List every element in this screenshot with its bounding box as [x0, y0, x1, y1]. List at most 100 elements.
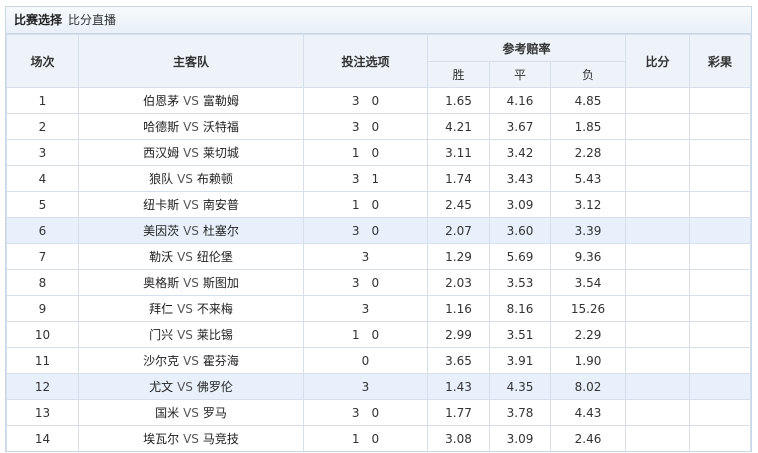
match-score	[625, 347, 691, 374]
bet-option[interactable]: 0	[372, 432, 380, 446]
bet-option[interactable]: 1	[352, 198, 360, 212]
odds-win: 3.65	[427, 347, 490, 374]
away-team: 杜塞尔	[202, 224, 239, 238]
bet-option[interactable]: 0	[372, 406, 380, 420]
bet-option[interactable]: 1	[352, 432, 360, 446]
odds-draw: 3.67	[489, 113, 551, 140]
odds-win: 1.77	[427, 399, 490, 426]
bet-option[interactable]: 1	[352, 146, 360, 160]
bet-options: 3	[303, 373, 428, 400]
bet-option[interactable]: 0	[372, 94, 380, 108]
table-row: 4 狼队 VS 布赖顿 3 1 1.74 3.43 5.43	[6, 165, 751, 192]
odds-win: 1.65	[427, 87, 490, 114]
match-score	[625, 373, 691, 400]
table-row: 7 勒沃 VS 纽伦堡 3 1.29 5.69 9.36	[6, 243, 751, 270]
bet-option[interactable]: 3	[352, 172, 360, 186]
home-team: 门兴	[149, 328, 174, 342]
vs-label: VS	[183, 354, 199, 368]
bet-options: 30	[303, 269, 428, 296]
match-number: 5	[6, 191, 79, 218]
away-team: 莱切城	[202, 146, 239, 160]
match-teams: 狼队 VS 布赖顿	[78, 165, 304, 192]
odds-win: 3.08	[427, 425, 490, 451]
away-team: 富勒姆	[202, 94, 239, 108]
away-team: 斯图加	[202, 276, 239, 290]
bet-option[interactable]: 3	[362, 380, 370, 394]
vs-label: VS	[183, 146, 199, 160]
header-score: 比分	[625, 34, 691, 88]
bet-option[interactable]: 0	[372, 328, 380, 342]
header-teams: 主客队	[78, 34, 304, 88]
bet-option[interactable]: 3	[362, 302, 370, 316]
match-score	[625, 269, 691, 296]
table-row: 9 拜仁 VS 不来梅 3 1.16 8.16 15.26	[6, 295, 751, 322]
vs-label: VS	[183, 224, 199, 238]
match-result	[689, 87, 751, 114]
odds-loss: 2.29	[549, 321, 627, 348]
table-row: 3 西汉姆 VS 莱切城 1 0 3.11 3.42 2.28	[6, 139, 751, 166]
bet-option[interactable]: 0	[372, 120, 380, 134]
odds-draw: 3.09	[489, 191, 551, 218]
bet-options: 0	[303, 347, 428, 374]
odds-win: 2.03	[427, 269, 490, 296]
bet-options: 10	[303, 425, 428, 451]
match-number: 9	[6, 295, 79, 322]
odds-win: 2.07	[427, 217, 490, 244]
table-row: 14 埃瓦尔 VS 马竞技 1 0 3.08 3.09 2.46	[6, 425, 751, 451]
live-score-link[interactable]: 比分直播	[68, 13, 116, 27]
match-score	[625, 191, 691, 218]
table-row: 8 奥格斯 VS 斯图加 3 0 2.03 3.53 3.54	[6, 269, 751, 296]
home-team: 美因茨	[143, 224, 180, 238]
match-number: 7	[6, 243, 79, 270]
away-team: 纽伦堡	[196, 250, 233, 264]
match-teams: 拜仁 VS 不来梅	[78, 295, 304, 322]
bet-options: 10	[303, 191, 428, 218]
odds-loss: 3.39	[549, 217, 627, 244]
vs-label: VS	[183, 406, 199, 420]
vs-label: VS	[183, 432, 199, 446]
match-teams: 纽卡斯 VS 南安普	[78, 191, 304, 218]
odds-loss: 15.26	[549, 295, 627, 322]
bet-option[interactable]: 3	[352, 94, 360, 108]
bet-options: 3	[303, 243, 428, 270]
match-result	[689, 191, 751, 218]
bet-option[interactable]: 0	[372, 198, 380, 212]
odds-win: 2.99	[427, 321, 490, 348]
match-teams: 门兴 VS 莱比锡	[78, 321, 304, 348]
odds-draw: 4.16	[489, 87, 551, 114]
vs-label: VS	[177, 172, 193, 186]
bet-option[interactable]: 0	[372, 146, 380, 160]
odds-loss: 8.02	[549, 373, 627, 400]
odds-loss: 1.90	[549, 347, 627, 374]
table-row: 11 沙尔克 VS 霍芬海 0 3.65 3.91 1.90	[6, 347, 751, 374]
match-result	[689, 425, 751, 451]
bet-option[interactable]: 3	[362, 250, 370, 264]
table-row: 5 纽卡斯 VS 南安普 1 0 2.45 3.09 3.12	[6, 191, 751, 218]
odds-loss: 3.12	[549, 191, 627, 218]
match-result	[689, 113, 751, 140]
bet-option[interactable]: 0	[372, 276, 380, 290]
match-result	[689, 347, 751, 374]
bet-option[interactable]: 1	[352, 328, 360, 342]
match-teams: 美因茨 VS 杜塞尔	[78, 217, 304, 244]
home-team: 奥格斯	[143, 276, 180, 290]
panel-title: 比赛选择	[14, 13, 63, 27]
bet-option[interactable]: 3	[352, 406, 360, 420]
odds-loss: 2.46	[549, 425, 627, 451]
match-number: 2	[6, 113, 79, 140]
match-teams: 尤文 VS 佛罗伦	[78, 373, 304, 400]
home-team: 狼队	[149, 172, 174, 186]
bet-option[interactable]: 3	[352, 276, 360, 290]
home-team: 埃瓦尔	[143, 432, 180, 446]
header-odds: 参考赔率	[426, 34, 627, 62]
bet-option[interactable]: 0	[362, 354, 370, 368]
table-row: 2 哈德斯 VS 沃特福 3 0 4.21 3.67 1.85	[6, 113, 751, 140]
bet-option[interactable]: 0	[372, 224, 380, 238]
match-result	[689, 321, 751, 348]
bet-options: 10	[303, 139, 428, 166]
odds-draw: 3.09	[489, 425, 551, 451]
bet-option[interactable]: 1	[372, 172, 380, 186]
bet-option[interactable]: 3	[352, 120, 360, 134]
odds-draw: 3.78	[489, 399, 551, 426]
bet-option[interactable]: 3	[352, 224, 360, 238]
